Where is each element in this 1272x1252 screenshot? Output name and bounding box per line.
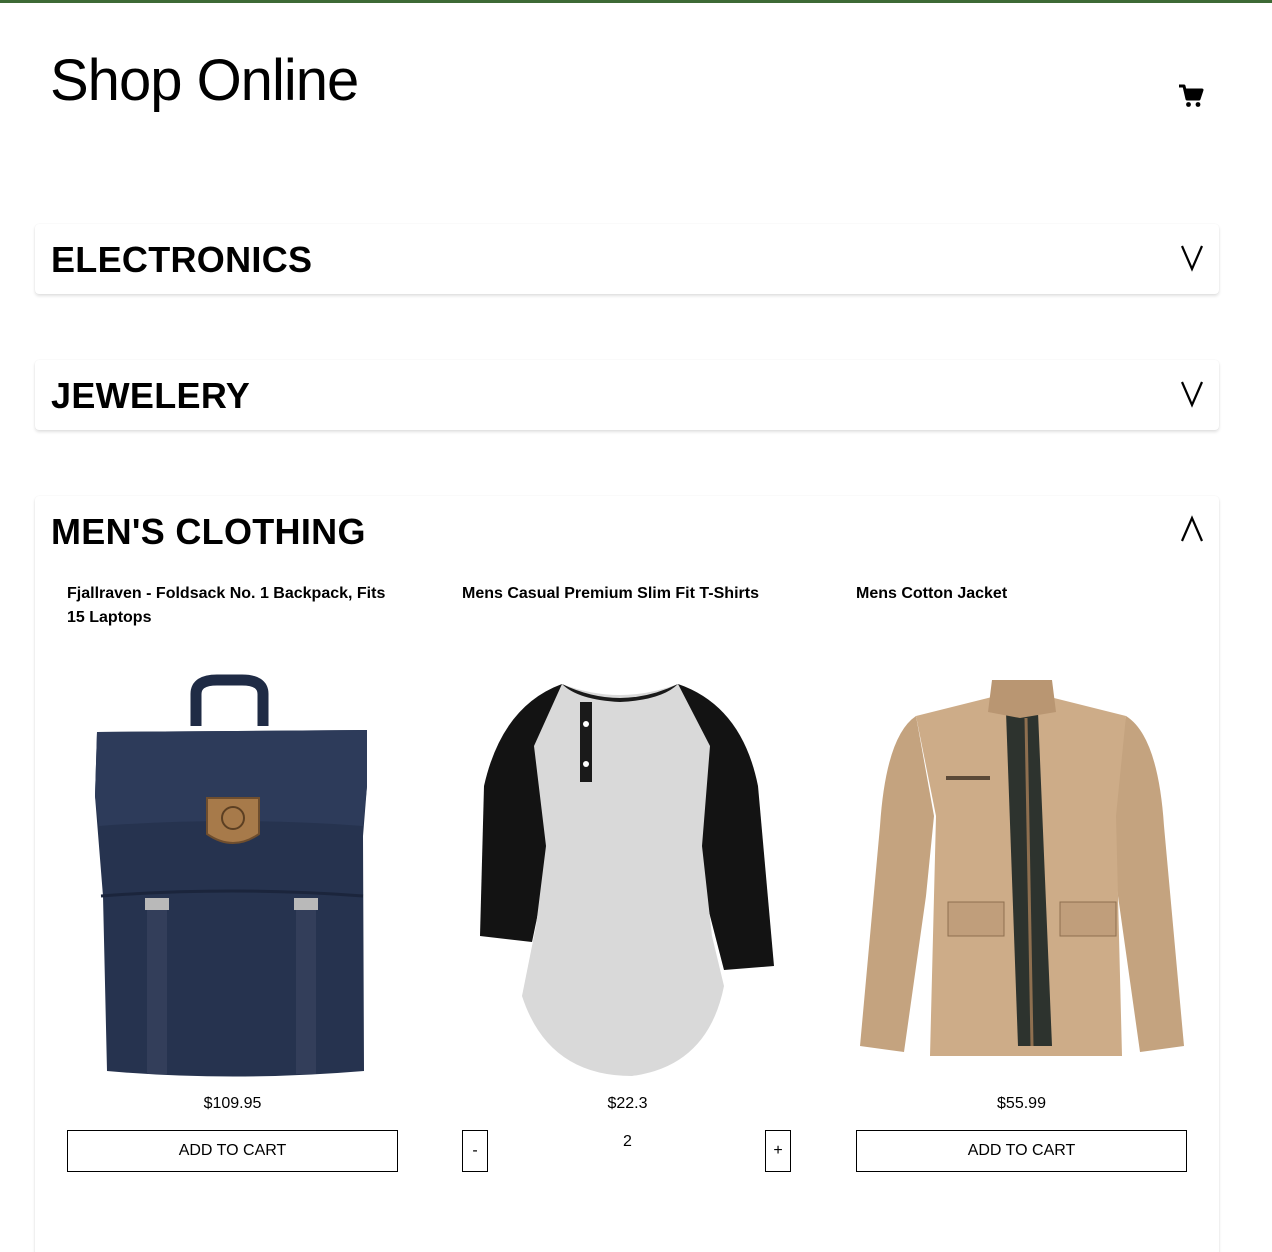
chevron-up-icon[interactable] bbox=[1179, 514, 1205, 544]
category-title: JEWELERY bbox=[51, 375, 251, 416]
jacket-image[interactable] bbox=[856, 666, 1187, 1086]
category-mens-clothing: MEN'S CLOTHING Fjallraven - Foldsack No.… bbox=[35, 496, 1219, 1252]
tshirt-image[interactable] bbox=[462, 666, 793, 1086]
product-price: $22.3 bbox=[607, 1095, 648, 1112]
chevron-down-icon[interactable] bbox=[1179, 378, 1205, 408]
increment-quantity-button[interactable]: + bbox=[765, 1130, 791, 1172]
page-title: Shop Online bbox=[50, 48, 359, 113]
category-header-mens-clothing[interactable]: MEN'S CLOTHING bbox=[35, 496, 1219, 566]
product-price: $109.95 bbox=[203, 1095, 262, 1112]
category-title: ELECTRONICS bbox=[51, 239, 313, 280]
add-to-cart-button[interactable]: ADD TO CART bbox=[67, 1130, 398, 1172]
category-header-electronics[interactable]: ELECTRONICS bbox=[35, 224, 1219, 294]
quantity-value: 2 bbox=[623, 1133, 632, 1150]
site-header: Shop Online bbox=[0, 0, 1272, 140]
product-title: Mens Casual Premium Slim Fit T-Shirts bbox=[462, 585, 759, 602]
category-electronics: ELECTRONICS bbox=[35, 224, 1219, 294]
category-title: MEN'S CLOTHING bbox=[51, 511, 366, 552]
product-title: Mens Cotton Jacket bbox=[856, 585, 1008, 602]
product-title: Fjallraven - Foldsack No. 1 Backpack, Fi… bbox=[67, 585, 386, 626]
category-header-jewelery[interactable]: JEWELERY bbox=[35, 360, 1219, 430]
add-to-cart-button[interactable]: ADD TO CART bbox=[856, 1130, 1187, 1172]
cart-icon[interactable] bbox=[1177, 82, 1205, 110]
category-jewelery: JEWELERY bbox=[35, 360, 1219, 430]
backpack-image[interactable] bbox=[67, 666, 398, 1086]
product-price: $55.99 bbox=[997, 1095, 1046, 1112]
decrement-quantity-button[interactable]: - bbox=[462, 1130, 488, 1172]
chevron-down-icon[interactable] bbox=[1179, 242, 1205, 272]
